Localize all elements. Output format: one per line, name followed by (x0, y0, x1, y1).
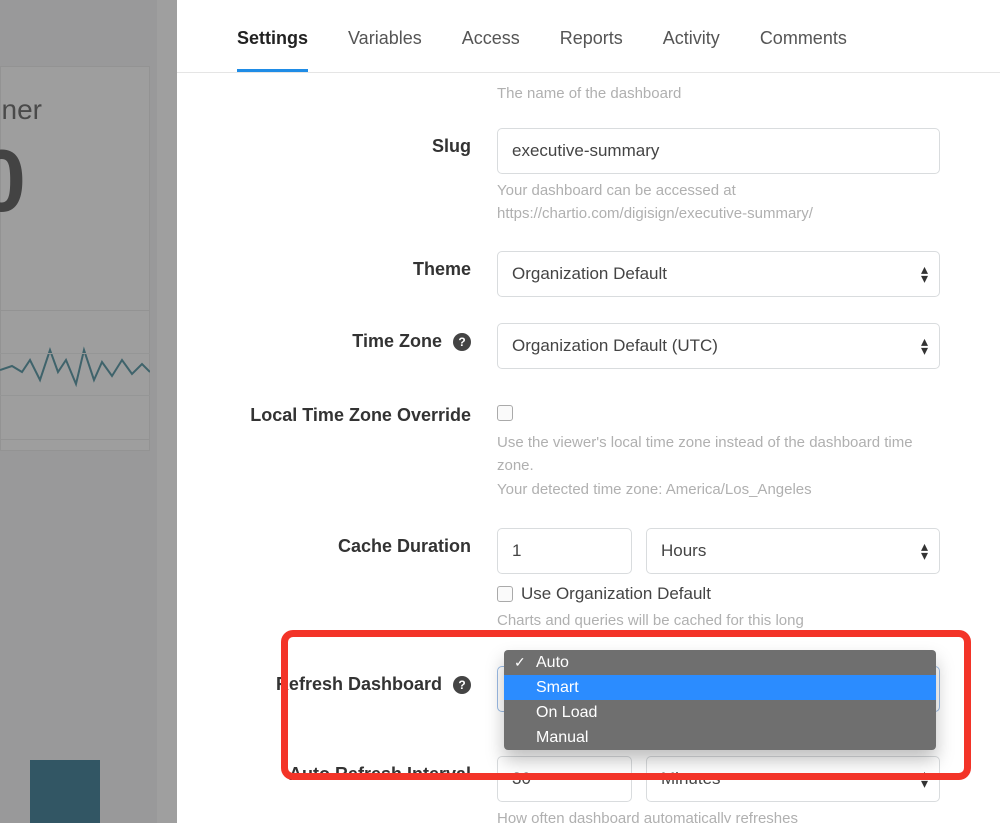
refresh-option-auto[interactable]: Auto (504, 650, 936, 675)
tab-variables[interactable]: Variables (348, 28, 422, 72)
slug-input[interactable] (497, 128, 940, 174)
theme-select[interactable]: Organization Default (497, 251, 940, 297)
cache-use-org-default-checkbox[interactable] (497, 586, 513, 602)
caret-icon: ▴▾ (921, 770, 928, 788)
timezone-select[interactable]: Organization Default (UTC) (497, 323, 940, 369)
help-icon[interactable]: ? (453, 333, 471, 351)
help-icon[interactable]: ? (453, 676, 471, 694)
auto-refresh-unit-value: Minutes (661, 769, 721, 789)
refresh-option-on-load[interactable]: On Load (504, 700, 936, 725)
slug-label: Slug (177, 128, 497, 157)
row-auto-refresh: Auto Refresh Interval Minutes ▴▾ How oft… (177, 756, 940, 823)
theme-label: Theme (177, 251, 497, 280)
local-tz-help-1: Use the viewer's local time zone instead… (497, 432, 940, 477)
auto-refresh-help: How often dashboard automatically refres… (497, 808, 940, 823)
name-field-help: The name of the dashboard (177, 85, 940, 102)
refresh-option-manual[interactable]: Manual (504, 725, 936, 750)
local-tz-checkbox[interactable] (497, 405, 513, 421)
row-timezone: Time Zone ? Organization Default (UTC) ▴… (177, 323, 940, 369)
refresh-option-smart[interactable]: Smart (504, 675, 936, 700)
tab-reports[interactable]: Reports (560, 28, 623, 72)
local-tz-help-2: Your detected time zone: America/Los_Ang… (497, 479, 940, 502)
refresh-label: Refresh Dashboard ? (177, 666, 497, 695)
refresh-dropdown-menu: Auto Smart On Load Manual (504, 650, 936, 750)
refresh-label-text: Refresh Dashboard (276, 674, 442, 694)
timezone-label-text: Time Zone (352, 331, 442, 351)
cache-help: Charts and queries will be cached for th… (497, 610, 940, 633)
tab-comments[interactable]: Comments (760, 28, 847, 72)
slug-help: Your dashboard can be accessed at https:… (497, 180, 940, 225)
auto-refresh-unit-select[interactable]: Minutes (646, 756, 940, 802)
tab-access[interactable]: Access (462, 28, 520, 72)
theme-value: Organization Default (512, 264, 667, 284)
caret-icon: ▴▾ (921, 542, 928, 560)
modal-backdrop[interactable] (0, 0, 177, 823)
local-tz-label: Local Time Zone Override (177, 395, 497, 427)
cache-label: Cache Duration (177, 528, 497, 557)
caret-icon: ▴▾ (921, 337, 928, 355)
cache-value-input[interactable] (497, 528, 632, 574)
cache-unit-value: Hours (661, 541, 706, 561)
row-theme: Theme Organization Default ▴▾ (177, 251, 940, 297)
auto-refresh-label: Auto Refresh Interval (177, 756, 497, 785)
row-slug: Slug Your dashboard can be accessed at h… (177, 128, 940, 225)
row-cache-duration: Cache Duration Hours ▴▾ Use Organization… (177, 528, 940, 633)
timezone-value: Organization Default (UTC) (512, 336, 718, 356)
auto-refresh-value-input[interactable] (497, 756, 632, 802)
caret-icon: ▴▾ (921, 265, 928, 283)
settings-tabs: Settings Variables Access Reports Activi… (177, 0, 1000, 73)
cache-unit-select[interactable]: Hours (646, 528, 940, 574)
tab-activity[interactable]: Activity (663, 28, 720, 72)
tab-settings[interactable]: Settings (237, 28, 308, 72)
timezone-label: Time Zone ? (177, 323, 497, 352)
cache-use-org-default-label: Use Organization Default (521, 584, 711, 604)
row-local-tz-override: Local Time Zone Override Use the viewer'… (177, 395, 940, 502)
